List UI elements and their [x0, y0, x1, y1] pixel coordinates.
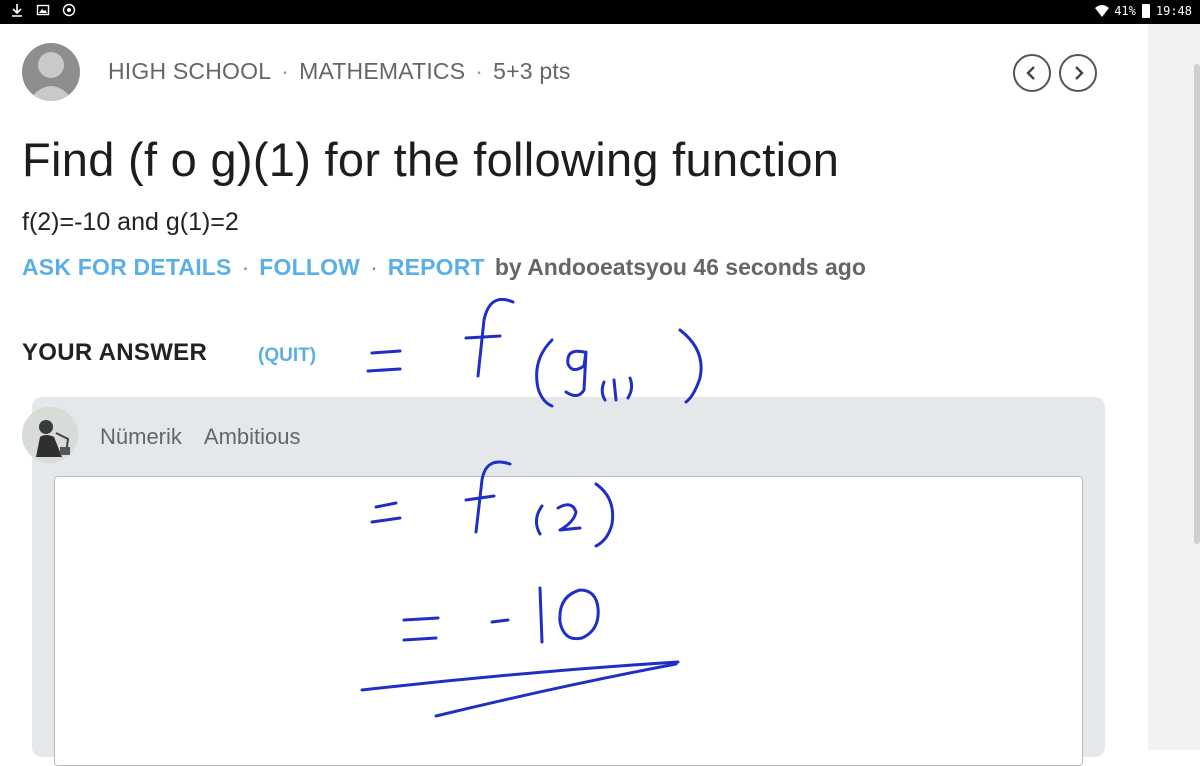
status-bar: 41% 19:48	[0, 0, 1200, 24]
separator-dot: ·	[475, 58, 484, 84]
download-icon	[10, 3, 24, 17]
answerer-avatar[interactable]	[22, 407, 78, 463]
question-navigation	[1013, 54, 1097, 92]
question-title: Find (f o g)(1) for the following functi…	[22, 133, 840, 186]
scrollbar-thumb[interactable]	[1194, 64, 1200, 544]
wifi-icon	[1094, 4, 1110, 18]
ask-for-details-link[interactable]: ASK FOR DETAILS	[22, 254, 232, 281]
your-answer-heading: YOUR ANSWER	[22, 339, 208, 366]
clock: 19:48	[1155, 4, 1192, 18]
battery-icon	[1141, 4, 1150, 18]
next-button[interactable]	[1059, 54, 1097, 92]
scroll-rail[interactable]	[1148, 24, 1200, 750]
question-body: f(2)=-10 and g(1)=2	[22, 208, 239, 236]
image-icon	[36, 3, 50, 17]
separator-dot: ·	[241, 254, 250, 280]
battery-level: 41%	[1114, 4, 1136, 18]
ink-line-1	[366, 297, 703, 408]
separator-dot: ·	[281, 58, 290, 84]
answerer-info: Nümerik Ambitious	[100, 424, 301, 450]
follow-link[interactable]: FOLLOW	[259, 254, 360, 281]
author-timestamp: by Andooeatsyou 46 seconds ago	[494, 254, 866, 280]
level-link[interactable]: HIGH SCHOOL	[108, 58, 271, 85]
default-avatar-icon	[28, 52, 74, 101]
quit-link[interactable]: (QUIT)	[258, 345, 316, 367]
record-icon	[62, 3, 76, 17]
asker-avatar[interactable]	[22, 43, 80, 101]
answerer-name[interactable]: Nümerik	[100, 424, 182, 450]
report-link[interactable]: REPORT	[388, 254, 485, 281]
points-label: 5+3 pts	[493, 58, 571, 84]
question-meta: HIGH SCHOOL · MATHEMATICS · 5+3 pts	[108, 58, 571, 85]
user-photo-icon	[22, 407, 78, 463]
question-actions: ASK FOR DETAILS · FOLLOW · REPORT by And…	[22, 254, 866, 281]
subject-link[interactable]: MATHEMATICS	[299, 58, 465, 85]
separator-dot: ·	[370, 254, 378, 280]
answer-editor[interactable]	[54, 476, 1083, 766]
chevron-left-icon	[1026, 66, 1035, 80]
previous-button[interactable]	[1013, 54, 1051, 92]
chevron-right-icon	[1075, 66, 1084, 80]
answerer-rank: Ambitious	[203, 424, 301, 449]
